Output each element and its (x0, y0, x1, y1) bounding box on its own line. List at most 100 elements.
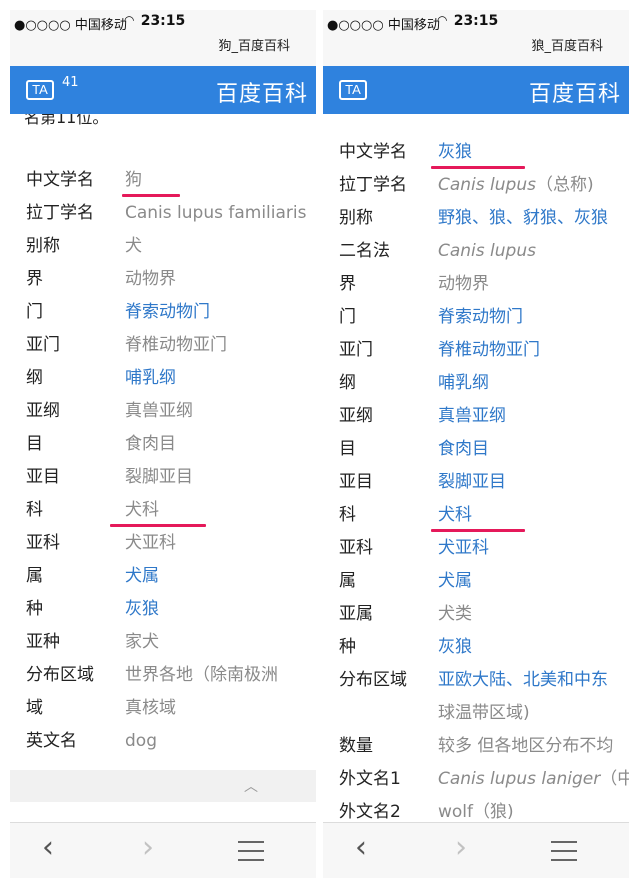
row-value: dog (125, 731, 157, 751)
info-row: 亚属 犬类 (323, 598, 629, 630)
status-bar: ●○○○○ 中国移动 ◠ 23:15 狗_百度百科 (10, 10, 316, 66)
row-value-link[interactable]: 食肉目 (438, 433, 489, 465)
menu-icon[interactable] (551, 841, 577, 861)
row-value-link[interactable]: 犬亚科 (438, 532, 489, 564)
info-row: 种 灰狼 (10, 593, 316, 625)
row-value: 真核域 (125, 698, 176, 718)
info-row: 科 犬科 (323, 499, 629, 531)
row-label: 二名法 (339, 241, 390, 261)
page-title: 狼_百度百科 (531, 39, 603, 54)
row-value: 脊椎动物亚门 (125, 335, 227, 355)
info-row-continued: 球温带区域) (323, 697, 629, 729)
row-label: 分布区域 (26, 665, 94, 685)
forward-button[interactable]: › (455, 833, 467, 863)
row-label: 种 (26, 599, 43, 619)
back-button[interactable]: ‹ (355, 833, 367, 863)
row-label: 纲 (339, 373, 356, 393)
row-label: 亚纲 (26, 401, 60, 421)
bottom-toolbar: ‹ › (323, 822, 629, 878)
row-label: 门 (26, 302, 43, 322)
row-label: 界 (339, 274, 356, 294)
row-value-link[interactable]: 野狼、狼、豺狼、灰狼 (438, 202, 608, 234)
app-header: TA 41 百度百科 (10, 66, 316, 114)
row-value: 犬亚科 (125, 533, 176, 553)
row-value-link[interactable]: 亚欧大陆、北美和中东 (438, 664, 608, 696)
row-label: 属 (339, 571, 356, 591)
info-row: 域 真核域 (10, 692, 316, 724)
row-value-link[interactable]: 灰狼 (438, 631, 472, 663)
row-label: 亚科 (339, 538, 373, 558)
row-value: Canis lupus laniger（中 (438, 763, 629, 795)
dog-panel: ●○○○○ 中国移动 ◠ 23:15 狗_百度百科 TA 41 百度百科 名第1… (10, 10, 316, 878)
row-label: 拉丁学名 (339, 175, 407, 195)
row-value: 犬科 (125, 500, 159, 520)
row-value: 食肉目 (125, 434, 176, 454)
row-value-link[interactable]: 脊索动物门 (438, 301, 523, 333)
row-value: wolf（狼) (438, 802, 514, 822)
info-row: 外文名1 Canis lupus laniger（中 (323, 763, 629, 795)
row-label: 纲 (26, 368, 43, 388)
row-label: 亚门 (26, 335, 60, 355)
ta-icon[interactable]: TA (339, 80, 367, 100)
row-label: 别称 (26, 236, 60, 256)
menu-icon[interactable] (238, 841, 264, 861)
info-row: 目 食肉目 (10, 428, 316, 460)
row-value-link[interactable]: 犬属 (125, 560, 159, 592)
ta-badge: 41 (62, 75, 79, 90)
foreign-suffix: （中 (600, 769, 629, 789)
row-label: 分布区域 (339, 670, 407, 690)
infobox: 名第11位。 中文学名 狗 拉丁学名 Canis lupus familiari… (10, 114, 316, 764)
row-value-link[interactable]: 哺乳纲 (125, 362, 176, 394)
wolf-panel: ●○○○○ 中国移动 ◠ 23:15 狼_百度百科 TA 百度百科 中文学名 灰… (323, 10, 629, 878)
brand-title[interactable]: 百度百科 (216, 76, 308, 108)
info-row: 亚门 脊椎动物亚门 (323, 334, 629, 366)
row-value: 动物界 (125, 269, 176, 289)
row-value: 犬类 (438, 604, 472, 624)
row-value-link[interactable]: 脊索动物门 (125, 296, 210, 328)
row-value: 世界各地（除南极洲 (125, 665, 278, 685)
row-label: 亚目 (339, 472, 373, 492)
info-row: 拉丁学名 Canis lupus familiaris (10, 197, 316, 229)
row-value: 真兽亚纲 (125, 401, 193, 421)
info-row: 纲 哺乳纲 (10, 362, 316, 394)
row-value: Canis lupus（总称) (438, 169, 594, 201)
row-value-link[interactable]: 灰狼 (438, 136, 472, 168)
brand-title[interactable]: 百度百科 (529, 76, 621, 108)
collapse-bar[interactable]: ︿ (10, 770, 316, 802)
info-row: 科 犬科 (10, 494, 316, 526)
info-row: 种 灰狼 (323, 631, 629, 663)
chevron-up-icon[interactable]: ︿ (244, 776, 258, 796)
info-row: 亚科 犬亚科 (323, 532, 629, 564)
row-label: 亚目 (26, 467, 60, 487)
row-value-link[interactable]: 真兽亚纲 (438, 400, 506, 432)
row-value-link[interactable]: 犬科 (438, 499, 472, 531)
info-row: 目 食肉目 (323, 433, 629, 465)
row-value-link[interactable]: 脊椎动物亚门 (438, 334, 540, 366)
row-label: 亚门 (339, 340, 373, 360)
ta-icon[interactable]: TA (26, 80, 54, 100)
forward-button[interactable]: › (142, 833, 154, 863)
row-value-link[interactable]: 哺乳纲 (438, 367, 489, 399)
info-row: 亚目 裂脚亚目 (10, 461, 316, 493)
info-row: 亚门 脊椎动物亚门 (10, 329, 316, 361)
row-value-link[interactable]: 犬属 (438, 565, 472, 597)
info-row: 门 脊索动物门 (10, 296, 316, 328)
row-value-link[interactable]: 裂脚亚目 (438, 466, 506, 498)
info-row: 属 犬属 (323, 565, 629, 597)
clock: 23:15 (453, 13, 499, 29)
row-label: 门 (339, 307, 356, 327)
row-value: 较多 但各地区分布不均 (438, 736, 614, 756)
row-value: 犬 (125, 236, 142, 256)
info-row: 门 脊索动物门 (323, 301, 629, 333)
row-label: 属 (26, 566, 43, 586)
row-label: 亚属 (339, 604, 373, 624)
info-row: 数量 较多 但各地区分布不均 (323, 730, 629, 762)
row-label: 中文学名 (26, 170, 94, 190)
info-row: 亚纲 真兽亚纲 (323, 400, 629, 432)
info-row: 外文名2 wolf（狼) (323, 796, 629, 822)
info-row: 别称 野狼、狼、豺狼、灰狼 (323, 202, 629, 234)
row-label: 中文学名 (339, 142, 407, 162)
back-button[interactable]: ‹ (42, 833, 54, 863)
infobox: 中文学名 灰狼 拉丁学名 Canis lupus（总称) 别称 野狼、狼、豺狼、… (323, 114, 629, 822)
row-value-link[interactable]: 灰狼 (125, 593, 159, 625)
